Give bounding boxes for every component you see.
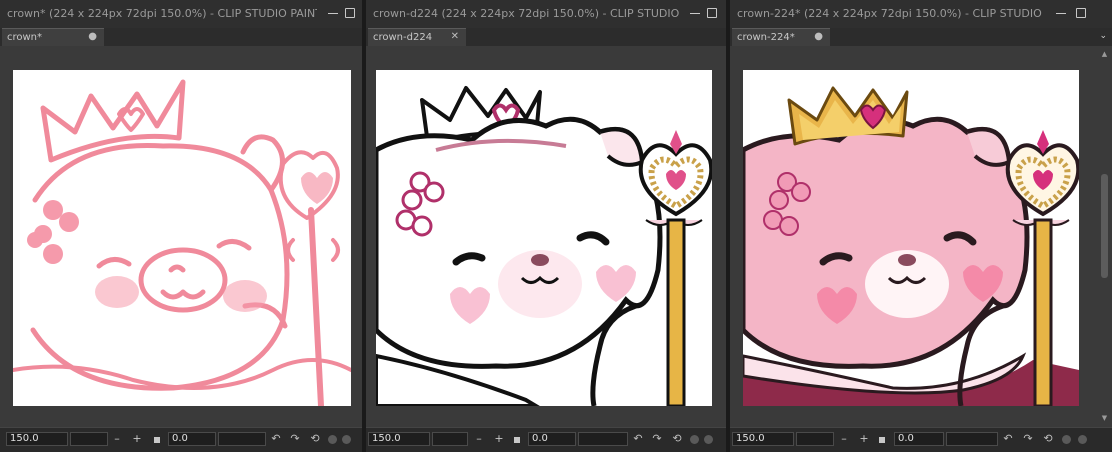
tab-crown-224[interactable]: crown-224* ● bbox=[732, 28, 830, 46]
close-icon[interactable]: ✕ bbox=[451, 31, 459, 42]
tab-crown[interactable]: crown* ● bbox=[2, 28, 104, 46]
window-title: crown* (224 x 224px 72dpi 150.0%) - CLIP… bbox=[7, 7, 317, 20]
fit-button[interactable] bbox=[879, 437, 885, 443]
minimize-icon[interactable] bbox=[688, 6, 702, 20]
flip-horizontal-icon[interactable] bbox=[1062, 435, 1071, 444]
angle-field[interactable]: 0.0 bbox=[528, 432, 576, 446]
angle-field[interactable]: 0.0 bbox=[894, 432, 944, 446]
modified-dot-icon[interactable]: ● bbox=[814, 31, 823, 42]
tab-label: crown-d224 bbox=[373, 32, 433, 43]
fit-button[interactable] bbox=[154, 437, 160, 443]
colored-artwork bbox=[743, 70, 1079, 406]
canvas-area[interactable] bbox=[730, 46, 1112, 428]
zoom-in-button[interactable]: + bbox=[131, 432, 143, 446]
zoom-in-button[interactable]: + bbox=[493, 432, 505, 446]
tab-label: crown-224* bbox=[737, 32, 795, 43]
angle-slider[interactable] bbox=[946, 432, 998, 446]
flip-horizontal-icon[interactable] bbox=[690, 435, 699, 444]
canvas-area[interactable] bbox=[366, 46, 726, 428]
vertical-scrollbar[interactable]: ▲ ▼ bbox=[1099, 50, 1110, 424]
rotate-left-icon[interactable]: ↶ bbox=[270, 432, 282, 446]
angle-slider[interactable] bbox=[578, 432, 628, 446]
rotate-right-icon[interactable]: ↷ bbox=[289, 432, 301, 446]
reset-rotation-icon[interactable]: ⟲ bbox=[1042, 432, 1054, 446]
zoom-out-button[interactable]: – bbox=[473, 432, 485, 446]
canvas-window-crown: crown* (224 x 224px 72dpi 150.0%) - CLIP… bbox=[0, 0, 362, 452]
rotate-left-icon[interactable]: ↶ bbox=[632, 432, 644, 446]
rotate-right-icon[interactable]: ↷ bbox=[651, 432, 663, 446]
canvas-window-crown-d224: crown-d224 (224 x 224px 72dpi 150.0%) - … bbox=[366, 0, 726, 452]
reset-rotation-icon[interactable]: ⟲ bbox=[671, 432, 683, 446]
angle-field[interactable]: 0.0 bbox=[168, 432, 216, 446]
rotate-left-icon[interactable]: ↶ bbox=[1002, 432, 1014, 446]
title-bar[interactable]: crown* (224 x 224px 72dpi 150.0%) - CLIP… bbox=[0, 0, 362, 28]
angle-slider[interactable] bbox=[218, 432, 266, 446]
canvas-window-crown-224: crown-224* (224 x 224px 72dpi 150.0%) - … bbox=[730, 0, 1112, 452]
window-title: crown-224* (224 x 224px 72dpi 150.0%) - … bbox=[737, 7, 1043, 20]
title-bar[interactable]: crown-224* (224 x 224px 72dpi 150.0%) - … bbox=[730, 0, 1112, 28]
flip-vertical-icon[interactable] bbox=[342, 435, 351, 444]
flip-horizontal-icon[interactable] bbox=[328, 435, 337, 444]
zoom-slider[interactable] bbox=[432, 432, 468, 446]
maximize-icon[interactable] bbox=[343, 6, 357, 20]
scrollbar-thumb[interactable] bbox=[1101, 174, 1108, 278]
title-bar[interactable]: crown-d224 (224 x 224px 72dpi 150.0%) - … bbox=[366, 0, 726, 28]
zoom-out-button[interactable]: – bbox=[838, 432, 850, 446]
tab-bar: crown-224* ● bbox=[730, 28, 1112, 46]
scroll-down-icon[interactable]: ▼ bbox=[1099, 414, 1110, 424]
artwork-canvas[interactable] bbox=[13, 70, 351, 406]
minimize-icon[interactable] bbox=[326, 6, 340, 20]
tab-bar: crown-d224 ✕ bbox=[366, 28, 726, 46]
status-bar: 150.0 – + 0.0 ↶ ↷ ⟲ bbox=[0, 427, 362, 452]
rotate-right-icon[interactable]: ↷ bbox=[1022, 432, 1034, 446]
artwork-canvas[interactable] bbox=[376, 70, 712, 406]
modified-dot-icon[interactable]: ● bbox=[88, 31, 97, 42]
tab-list-dropdown-icon[interactable]: ⌄ bbox=[1099, 31, 1107, 41]
scroll-up-icon[interactable]: ▲ bbox=[1099, 50, 1110, 60]
zoom-in-button[interactable]: + bbox=[858, 432, 870, 446]
sketch-artwork bbox=[13, 79, 351, 406]
status-bar: 150.0 – + 0.0 ↶ ↷ ⟲ bbox=[366, 427, 726, 452]
zoom-field[interactable]: 150.0 bbox=[368, 432, 430, 446]
zoom-field[interactable]: 150.0 bbox=[6, 432, 68, 446]
reset-rotation-icon[interactable]: ⟲ bbox=[309, 432, 321, 446]
maximize-icon[interactable] bbox=[705, 6, 719, 20]
zoom-out-button[interactable]: – bbox=[111, 432, 123, 446]
flip-vertical-icon[interactable] bbox=[1078, 435, 1087, 444]
tab-crown-d224[interactable]: crown-d224 ✕ bbox=[368, 28, 466, 46]
canvas-area[interactable] bbox=[0, 46, 362, 428]
lineart-artwork bbox=[376, 86, 712, 406]
flip-vertical-icon[interactable] bbox=[704, 435, 713, 444]
fit-button[interactable] bbox=[514, 437, 520, 443]
tab-bar: crown* ● bbox=[0, 28, 362, 46]
maximize-icon[interactable] bbox=[1074, 6, 1088, 20]
minimize-icon[interactable] bbox=[1054, 6, 1068, 20]
zoom-field[interactable]: 150.0 bbox=[732, 432, 794, 446]
zoom-slider[interactable] bbox=[796, 432, 834, 446]
window-title: crown-d224 (224 x 224px 72dpi 150.0%) - … bbox=[373, 7, 679, 20]
artwork-canvas[interactable] bbox=[743, 70, 1079, 406]
status-bar: 150.0 – + 0.0 ↶ ↷ ⟲ bbox=[730, 427, 1112, 452]
zoom-slider[interactable] bbox=[70, 432, 108, 446]
tab-label: crown* bbox=[7, 32, 43, 43]
